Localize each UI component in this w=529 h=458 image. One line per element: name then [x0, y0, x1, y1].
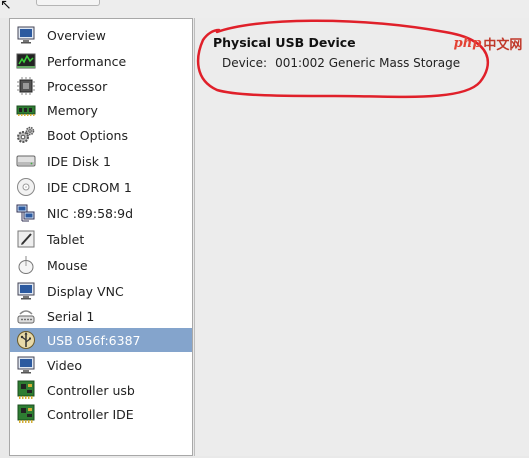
- sidebar-item-label: IDE CDROM 1: [47, 179, 132, 195]
- memory-module-icon: [16, 105, 36, 116]
- device-details-panel: Physical USB Device Device: 001:002 Gener…: [194, 18, 529, 456]
- serial-port-icon: [17, 310, 35, 324]
- sidebar-item-processor[interactable]: Processor: [10, 74, 192, 98]
- video-monitor-icon: [17, 356, 35, 374]
- device-row: Device: 001:002 Generic Mass Storage: [222, 56, 460, 70]
- network-icon: [16, 204, 35, 222]
- sidebar-item-label: Processor: [47, 78, 108, 94]
- sidebar-item-label: USB 056f:6387: [47, 332, 141, 348]
- sidebar-item-serial-1[interactable]: Serial 1: [10, 304, 192, 328]
- sidebar-item-nic[interactable]: NIC :89:58:9d: [10, 201, 192, 225]
- sidebar-item-mouse[interactable]: Mouse: [10, 253, 192, 277]
- sidebar-item-label: Tablet: [47, 231, 85, 247]
- sidebar-item-label: Memory: [47, 102, 98, 118]
- processor-chip-icon: [17, 77, 35, 95]
- monitor-icon: [17, 26, 35, 44]
- sidebar-item-label: Controller IDE: [47, 406, 134, 422]
- sidebar-item-performance[interactable]: Performance: [10, 49, 192, 73]
- sidebar-item-label: Controller usb: [47, 382, 135, 398]
- tablet-pen-icon: [17, 230, 35, 248]
- device-label: Device:: [222, 56, 268, 70]
- performance-chart-icon: [16, 53, 36, 69]
- sidebar-item-controller-ide[interactable]: Controller IDE: [10, 402, 192, 426]
- sidebar-item-tablet[interactable]: Tablet: [10, 227, 192, 251]
- sidebar-item-label: Mouse: [47, 257, 88, 273]
- sidebar-item-video[interactable]: Video: [10, 353, 192, 377]
- watermark-logo: php 中文网: [447, 32, 529, 54]
- tab-stub[interactable]: [36, 0, 100, 6]
- sidebar-item-memory[interactable]: Memory: [10, 98, 192, 122]
- mouse-icon: [18, 255, 34, 274]
- sidebar-item-label: Performance: [47, 53, 127, 69]
- sidebar-item-overview[interactable]: Overview: [10, 23, 192, 47]
- mouse-cursor-icon: ↖: [0, 0, 12, 13]
- sidebar-item-boot-options[interactable]: Boot Options: [10, 123, 192, 147]
- sidebar-item-controller-usb[interactable]: Controller usb: [10, 378, 192, 402]
- watermark-cn: 中文网: [483, 37, 523, 53]
- controller-card-icon: [17, 404, 35, 423]
- hard-disk-icon: [16, 155, 36, 167]
- sidebar-item-label: NIC :89:58:9d: [47, 205, 134, 221]
- sidebar-item-label: Video: [47, 357, 83, 373]
- sidebar-item-ide-disk-1[interactable]: IDE Disk 1: [10, 149, 192, 173]
- sidebar-item-display-vnc[interactable]: Display VNC: [10, 279, 192, 303]
- sidebar-item-label: Serial 1: [47, 308, 95, 324]
- sidebar-item-label: IDE Disk 1: [47, 153, 111, 169]
- device-value: 001:002 Generic Mass Storage: [275, 56, 461, 70]
- sidebar-item-ide-cdrom-1[interactable]: IDE CDROM 1: [10, 175, 192, 199]
- controller-card-icon: [17, 380, 35, 399]
- sidebar-item-label: Display VNC: [47, 283, 124, 299]
- section-title: Physical USB Device: [213, 35, 356, 50]
- gears-icon: [17, 126, 35, 143]
- cdrom-icon: [17, 178, 35, 196]
- usb-icon: [17, 331, 35, 349]
- sidebar-item-label: Boot Options: [47, 127, 128, 143]
- window-top-strip: ↖: [0, 0, 529, 18]
- sidebar-item-label: Overview: [47, 27, 106, 43]
- hardware-list: Overview Performance Processor Memory Bo…: [9, 18, 193, 456]
- sidebar-item-usb[interactable]: USB 056f:6387: [10, 328, 192, 352]
- display-icon: [17, 282, 35, 300]
- watermark-php: php: [453, 35, 482, 51]
